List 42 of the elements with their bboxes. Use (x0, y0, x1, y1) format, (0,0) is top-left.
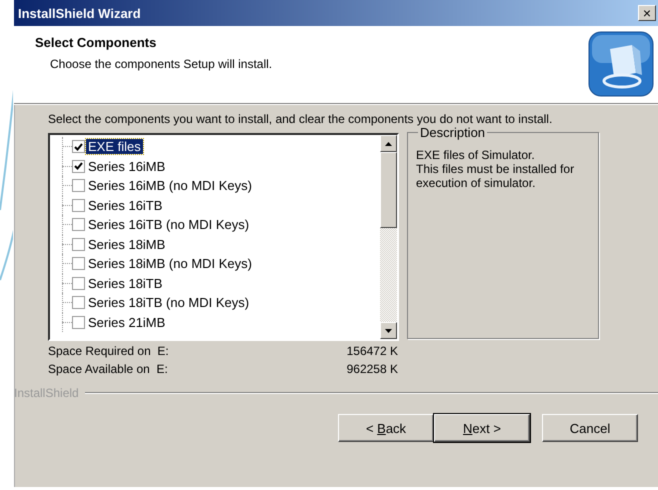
checkbox[interactable] (72, 316, 85, 329)
space-label: Space Required on E: (48, 344, 170, 358)
space-label: Space Available on E: (48, 362, 169, 376)
header-title: Select Components (35, 35, 158, 50)
component-label[interactable]: Series 16iMB (no MDI Keys) (86, 178, 254, 194)
component-label[interactable]: Series 18iMB (86, 236, 168, 252)
scroll-up-button[interactable] (380, 135, 397, 152)
header-subtitle: Choose the components Setup will install. (49, 57, 272, 71)
window-title: InstallShield Wizard (18, 6, 141, 20)
scrollbar[interactable] (380, 135, 397, 339)
checkbox[interactable] (72, 140, 85, 154)
component-label[interactable]: Series 18iTB (86, 276, 164, 291)
wizard-button[interactable]: Next > (434, 414, 530, 442)
computer-logo-icon (588, 31, 654, 97)
component-label[interactable]: EXE files (86, 139, 143, 154)
checkbox[interactable] (72, 218, 85, 232)
component-label[interactable]: Series 16iTB (no MDI Keys) (86, 217, 252, 232)
checkbox[interactable] (72, 160, 85, 173)
wizard-button[interactable]: Cancel (542, 414, 638, 442)
scroll-down-button[interactable] (380, 322, 397, 339)
description-title: Description (420, 125, 486, 140)
component-label[interactable]: Series 16iTB (86, 198, 164, 213)
installshield-label: InstallShield (14, 386, 79, 400)
component-label[interactable]: Series 18iTB (no MDI Keys) (86, 295, 252, 310)
component-label[interactable]: Series 18iMB (no MDI Keys) (86, 256, 254, 272)
checkbox[interactable] (72, 238, 85, 251)
space-value: 156472 K (346, 344, 398, 358)
checkbox[interactable] (72, 257, 85, 270)
checkbox[interactable] (72, 179, 85, 192)
instruction-text: Select the components you want to install, and clear the components you do not want to install. (48, 113, 554, 126)
checkbox[interactable] (72, 198, 85, 212)
component-label[interactable]: Series 16iMB (86, 158, 168, 174)
space-value: 962258 K (346, 362, 398, 376)
up-arrow-icon (385, 142, 392, 146)
down-arrow-icon (385, 328, 392, 332)
checkbox[interactable] (72, 276, 85, 290)
checkbox[interactable] (72, 296, 85, 310)
scrollbar-thumb[interactable] (380, 152, 397, 228)
close-button[interactable]: × (638, 5, 656, 21)
wizard-button[interactable]: < Back (338, 414, 434, 442)
description-text: EXE files of Simulator. This files must be installed for execution of simulator. (416, 148, 576, 190)
component-label[interactable]: Series 21iMB (86, 314, 168, 330)
